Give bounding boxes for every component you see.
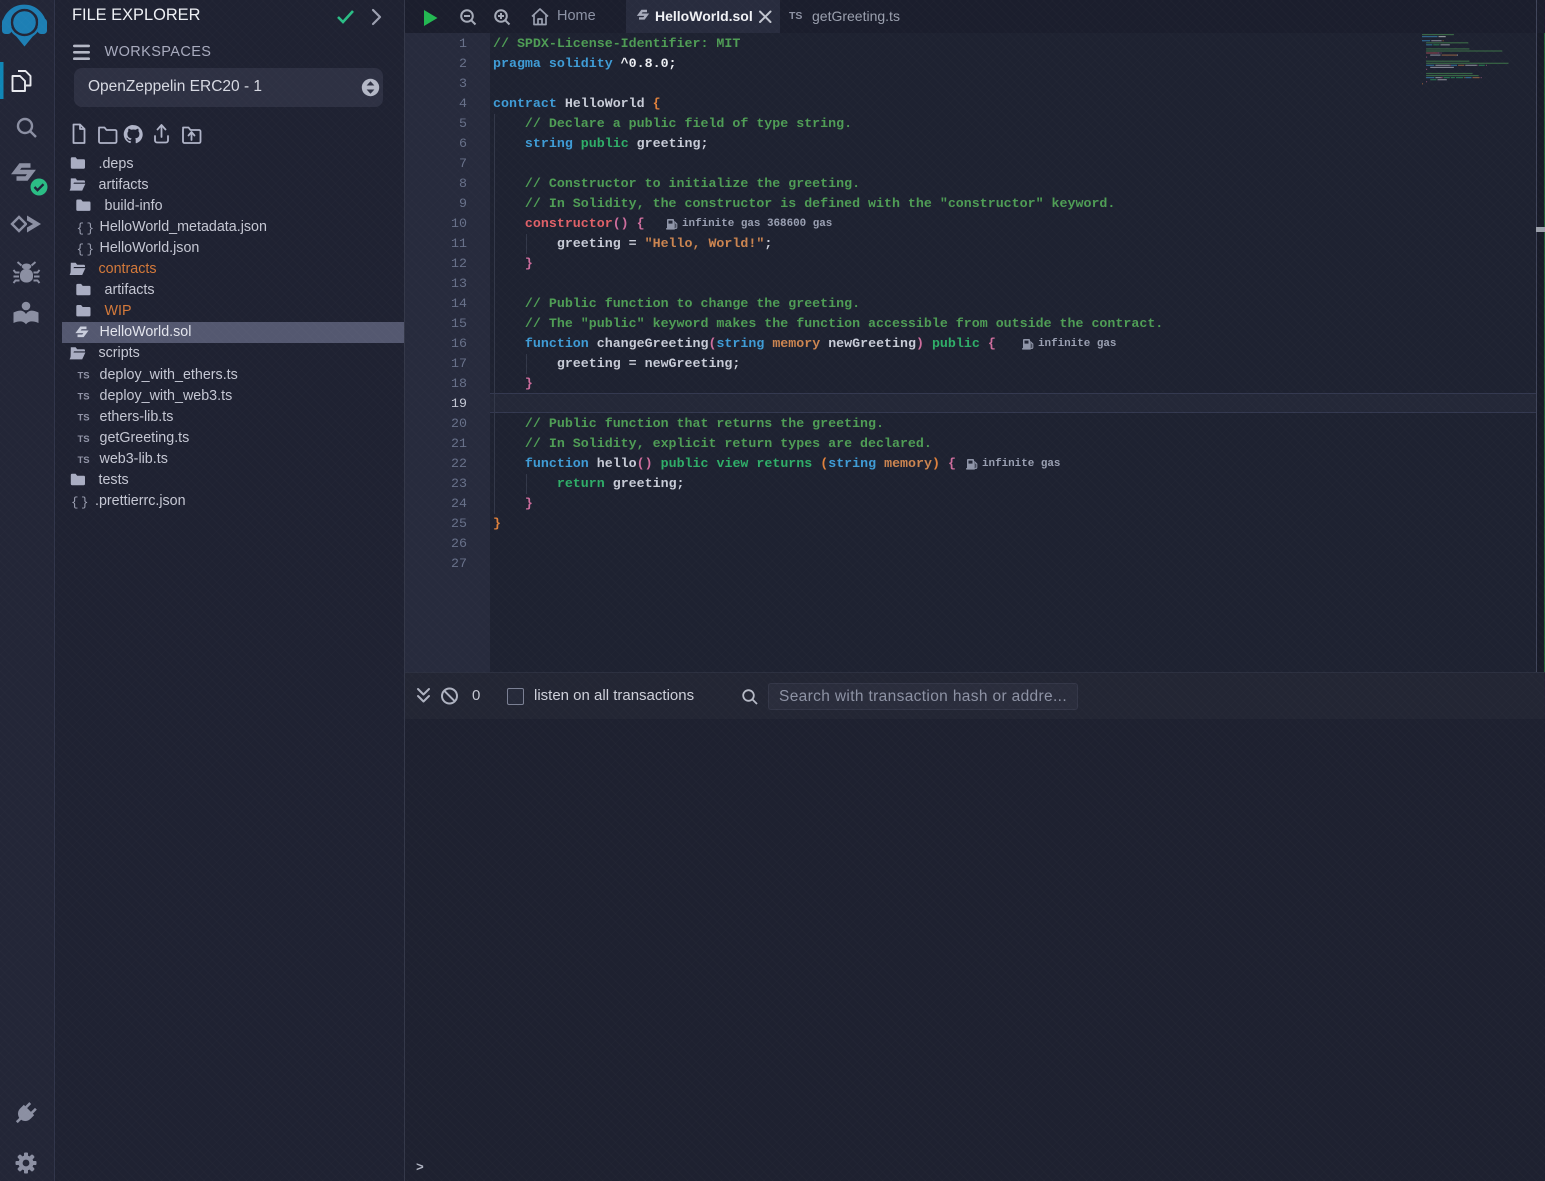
svg-text:TS: TS xyxy=(78,392,90,403)
svg-text:{ }: { } xyxy=(77,243,95,257)
svg-text:TS: TS xyxy=(78,434,90,445)
svg-text:TS: TS xyxy=(78,455,90,466)
svg-text:TS: TS xyxy=(78,413,90,424)
svg-text:{ }: { } xyxy=(71,496,89,510)
svg-text:{ }: { } xyxy=(77,222,95,236)
svg-text:TS: TS xyxy=(78,371,90,382)
